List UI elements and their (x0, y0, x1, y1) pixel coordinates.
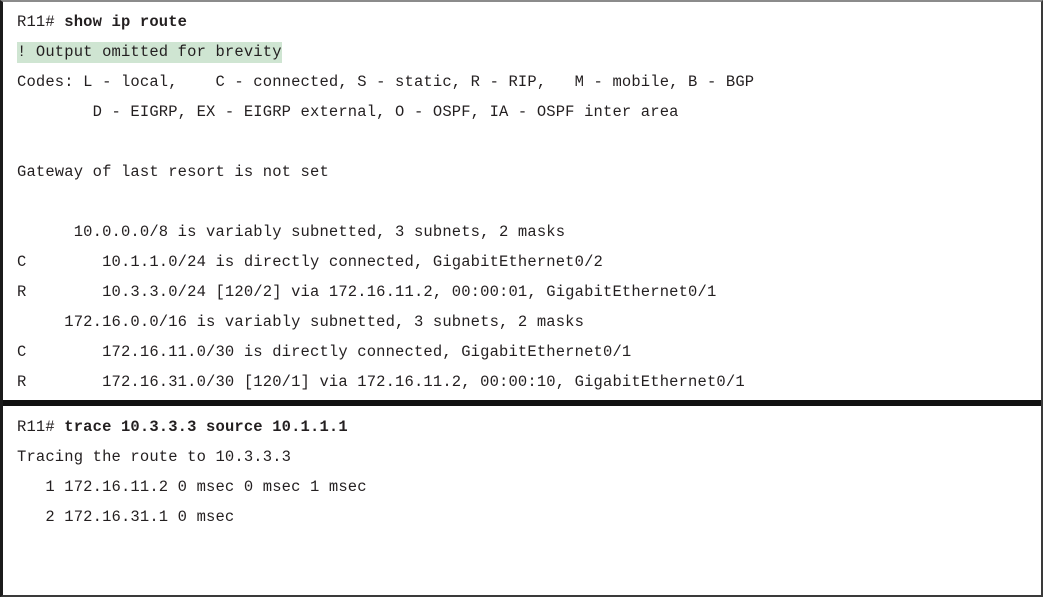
trace-hop-line: 2 172.16.31.1 0 msec (17, 508, 235, 526)
routing-codes-line-2: D - EIGRP, EX - EIGRP external, O - OSPF… (17, 103, 679, 121)
routing-codes-line-1: Codes: L - local, C - connected, S - sta… (17, 73, 755, 91)
router-prompt: R11# (17, 13, 65, 31)
output-omitted-note: ! Output omitted for brevity (17, 42, 282, 63)
command-trace: trace 10.3.3.3 source 10.1.1.1 (64, 418, 348, 436)
route-entry: 172.16.0.0/16 is variably subnetted, 3 s… (17, 313, 585, 331)
tracing-route-line: Tracing the route to 10.3.3.3 (17, 448, 292, 466)
traceroute-pane: R11# trace 10.3.3.3 source 10.1.1.1 Trac… (0, 406, 1043, 532)
route-entry: R 10.3.3.0/24 [120/2] via 172.16.11.2, 0… (17, 283, 717, 301)
route-entry: 10.0.0.0/8 is variably subnetted, 3 subn… (17, 223, 566, 241)
trace-hop-line: 1 172.16.11.2 0 msec 0 msec 1 msec (17, 478, 367, 496)
route-entry: C 10.1.1.0/24 is directly connected, Gig… (17, 253, 603, 271)
prompt-line-trace: R11# trace 10.3.3.3 source 10.1.1.1 (0, 412, 1043, 442)
prompt-line-show-ip-route: R11# show ip route (0, 7, 1043, 37)
command-show-ip-route: show ip route (64, 13, 188, 31)
route-entry: R 172.16.31.0/30 [120/1] via 172.16.11.2… (17, 373, 745, 391)
router-prompt: R11# (17, 418, 65, 436)
output-omitted-note-line: ! Output omitted for brevity (0, 37, 1043, 67)
gateway-of-last-resort-line: Gateway of last resort is not set (17, 163, 329, 181)
show-ip-route-pane: R11# show ip route ! Output omitted for … (0, 0, 1043, 397)
cli-output-figure: R11# show ip route ! Output omitted for … (0, 0, 1043, 597)
route-entry: C 172.16.11.0/30 is directly connected, … (17, 343, 632, 361)
